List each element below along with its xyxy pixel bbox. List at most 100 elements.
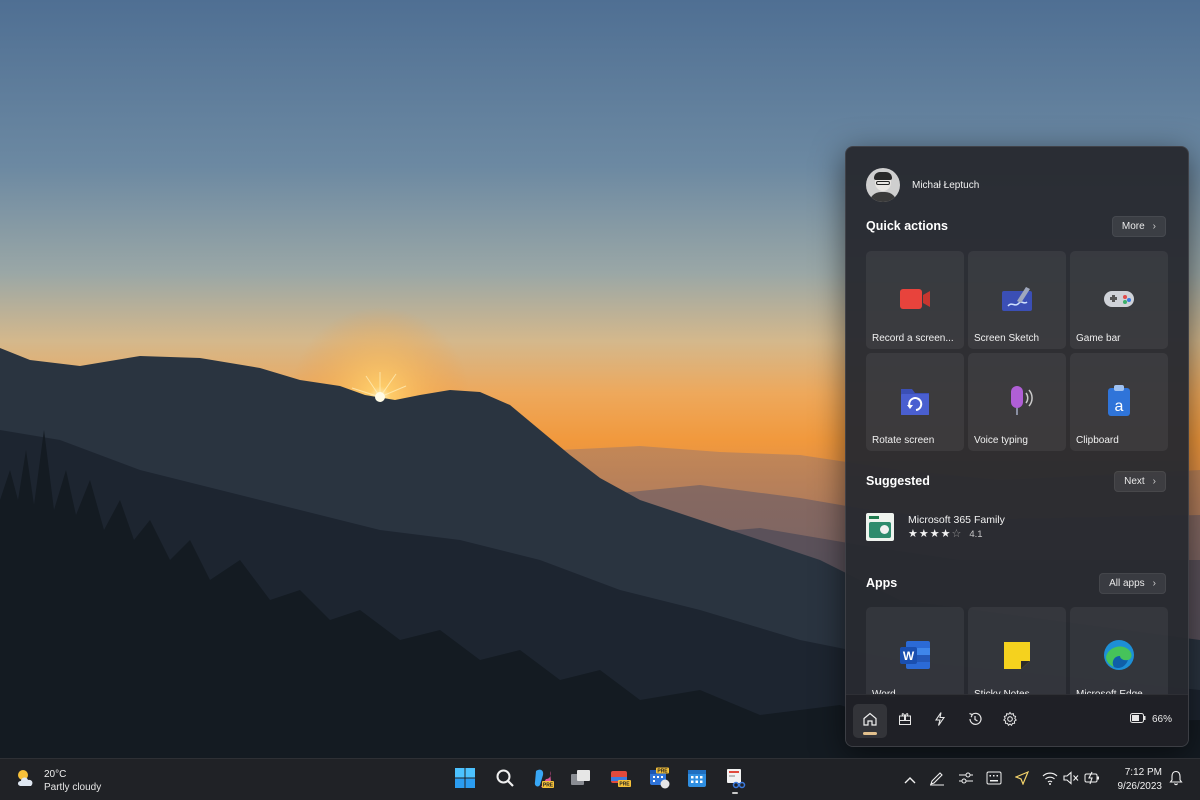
sliders-icon: [958, 770, 974, 791]
record-icon: [866, 285, 964, 313]
location-icon: [1014, 770, 1030, 790]
svg-text:PRE: PRE: [543, 782, 554, 788]
nav-settings[interactable]: [993, 704, 1027, 738]
network-button[interactable]: [1041, 771, 1059, 789]
quick-actions-grid: Record a screen... Screen Sketch Game ba…: [866, 251, 1168, 451]
star-icon: ★: [940, 528, 951, 540]
rating: ★ ★ ★ ★ ☆ 4.1: [908, 528, 1005, 541]
chevron-up-icon: [904, 771, 916, 789]
clock[interactable]: 7:12 PM 9/26/2023: [1118, 766, 1163, 794]
battery-status[interactable]: 66%: [1129, 713, 1172, 726]
volume-muted-icon: [1063, 770, 1079, 790]
sticky-notes-icon: [968, 641, 1066, 669]
tile-label: Clipboard: [1076, 435, 1119, 446]
search-button[interactable]: [490, 765, 520, 795]
tile-voice-typing[interactable]: Voice typing: [968, 353, 1066, 451]
gear-icon: [1002, 711, 1018, 732]
pen-icon: [929, 770, 945, 791]
touch-keyboard-button[interactable]: [985, 771, 1003, 789]
app-tile-word[interactable]: W Word: [866, 607, 964, 697]
tile-record-screen[interactable]: Record a screen...: [866, 251, 964, 349]
suggested-app-name: Microsoft 365 Family: [908, 514, 1005, 526]
start-button[interactable]: [450, 765, 480, 795]
battery-tray-button[interactable]: [1083, 771, 1101, 789]
screen-sketch-icon: [968, 285, 1066, 313]
suggested-app[interactable]: Microsoft 365 Family ★ ★ ★ ★ ☆ 4.1: [866, 513, 1005, 541]
tile-label: Record a screen...: [872, 333, 954, 344]
next-button[interactable]: Next ›: [1114, 471, 1166, 492]
pen-menu-button[interactable]: [928, 771, 946, 789]
svg-text:PRE: PRE: [657, 768, 668, 774]
task-view-button[interactable]: [566, 765, 596, 795]
all-apps-button[interactable]: All apps ›: [1099, 573, 1166, 594]
gamepad-icon: [1070, 285, 1168, 313]
weather-condition: Partly cloudy: [44, 781, 102, 793]
tile-screen-sketch[interactable]: Screen Sketch: [968, 251, 1066, 349]
tile-label: Screen Sketch: [974, 333, 1040, 344]
actions-icon: [932, 711, 948, 732]
copilot-button[interactable]: PRE: [528, 765, 558, 795]
nav-home[interactable]: [853, 704, 887, 738]
notifications-button[interactable]: [1167, 770, 1185, 791]
running-indicator: [732, 792, 738, 794]
chevron-right-icon: ›: [1152, 578, 1156, 589]
location-in-use-button[interactable]: [1013, 770, 1031, 790]
suggested-title: Suggested: [866, 474, 930, 488]
edge-icon: [1070, 640, 1168, 670]
copilot-icon: PRE: [532, 767, 554, 794]
tile-rotate-screen[interactable]: Rotate screen: [866, 353, 964, 451]
app-tile-microsoft-edge[interactable]: Microsoft Edge: [1070, 607, 1168, 697]
wifi-icon: [1042, 771, 1058, 790]
volume-button[interactable]: [1062, 770, 1080, 790]
app-tile-sticky-notes[interactable]: Sticky Notes: [968, 607, 1066, 697]
history-icon: [967, 711, 983, 732]
star-icon: ★: [918, 528, 929, 540]
calendar-app-icon: PRE: [648, 767, 670, 794]
tile-game-bar[interactable]: Game bar: [1070, 251, 1168, 349]
active-indicator: [863, 732, 877, 735]
more-button-label: More: [1121, 221, 1145, 232]
show-hidden-icons-button[interactable]: [901, 771, 919, 789]
chevron-right-icon: ›: [1152, 476, 1156, 487]
home-icon: [862, 711, 878, 732]
panel-footer: 66%: [846, 694, 1188, 746]
profile[interactable]: Michał Łeptuch: [866, 167, 979, 203]
svg-text:PRE: PRE: [619, 781, 630, 787]
star-outline-icon: ☆: [951, 528, 962, 540]
calendar-app-button[interactable]: PRE: [644, 765, 674, 795]
clock-date: 9/26/2023: [1117, 781, 1163, 792]
apps-title: Apps: [866, 576, 898, 590]
store-button[interactable]: PRE: [605, 765, 635, 795]
quick-actions-title: Quick actions: [866, 219, 948, 233]
widgets-icon: [897, 711, 913, 732]
rating-value: 4.1: [969, 529, 983, 540]
calendar-button[interactable]: [682, 765, 712, 795]
svg-text:a: a: [1115, 398, 1124, 415]
weather-widget[interactable]: 20°C Partly cloudy: [14, 766, 101, 795]
more-button[interactable]: More ›: [1111, 216, 1166, 237]
battery-icon: [1129, 713, 1146, 726]
task-view-icon: [570, 768, 592, 793]
star-icon: ★: [908, 528, 918, 540]
word-icon: W: [866, 641, 964, 669]
nav-widgets[interactable]: [888, 704, 922, 738]
start-icon: [454, 767, 476, 794]
tile-clipboard[interactable]: a Clipboard: [1070, 353, 1168, 451]
quick-settings-tray-button[interactable]: [957, 771, 975, 789]
star-icon: ★: [929, 528, 940, 540]
nav-history[interactable]: [958, 704, 992, 738]
profile-name: Michał Łeptuch: [912, 179, 980, 191]
apps-grid: W Word Sticky Notes Microsoft Edge: [866, 607, 1170, 697]
microphone-icon: [968, 386, 1066, 415]
nav-actions[interactable]: [923, 704, 957, 738]
store-icon: PRE: [609, 767, 631, 794]
snipping-tool-icon: [724, 767, 746, 794]
calendar-icon: [686, 767, 708, 794]
clipboard-icon: a: [1070, 385, 1168, 416]
partly-cloudy-icon: [14, 766, 38, 795]
bell-icon: [1169, 770, 1183, 791]
svg-text:W: W: [903, 649, 915, 663]
snipping-tool-button[interactable]: [720, 765, 750, 795]
all-apps-button-label: All apps: [1109, 578, 1145, 589]
microsoft-365-icon: [866, 513, 894, 541]
